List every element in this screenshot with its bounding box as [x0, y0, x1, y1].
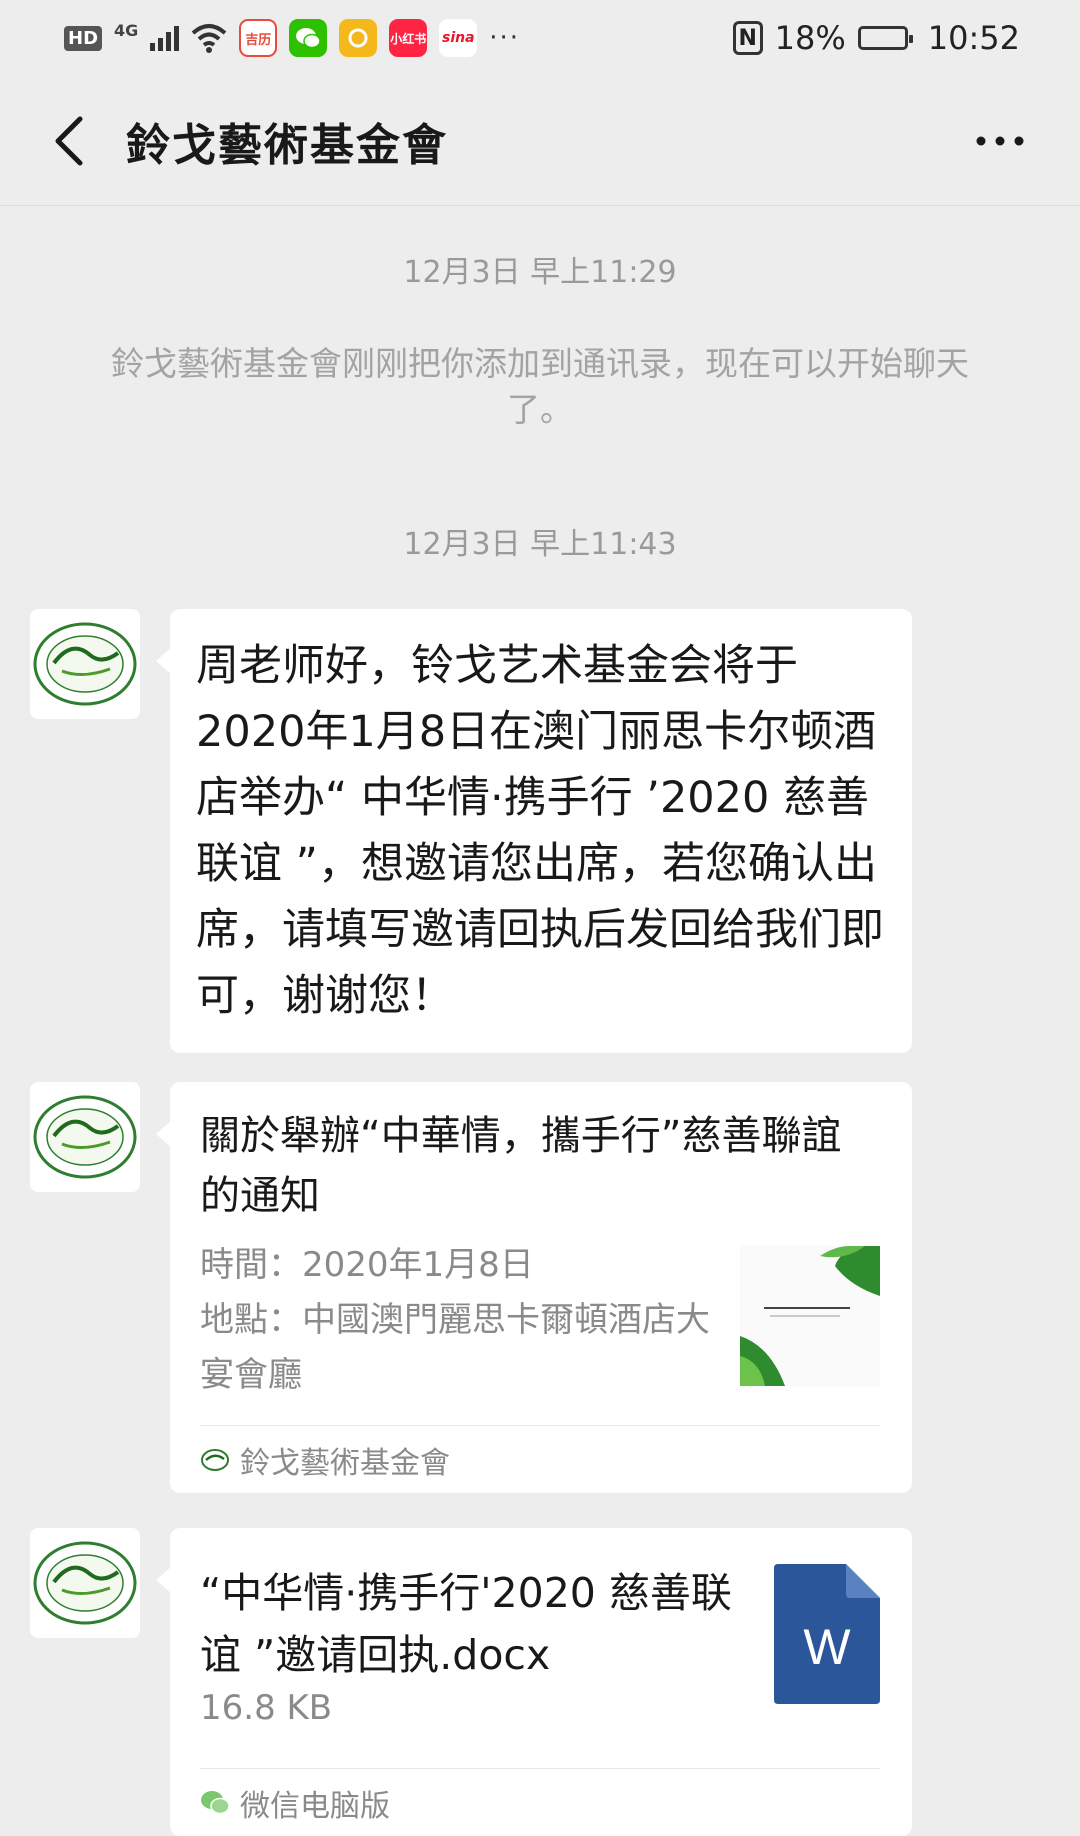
file-card-source: 微信电脑版 [240, 1788, 390, 1824]
battery-percent: 18% [774, 19, 846, 57]
foundation-logo-icon [33, 622, 137, 706]
chat-header: 鈴戈藝術基金會 [0, 76, 1080, 206]
chat-title: 鈴戈藝術基金會 [126, 119, 448, 171]
event-location: 地點：中國澳門麗思卡爾頓酒店大宴會廳 [200, 1300, 710, 1395]
foundation-logo-icon [33, 1095, 137, 1179]
timestamp: 12月3日 早上11:29 [403, 255, 677, 290]
word-document-icon: W [774, 1564, 880, 1704]
timestamp: 12月3日 早上11:43 [403, 527, 677, 562]
link-card-footer: 鈴戈藝術基金會 [200, 1425, 880, 1493]
message-row: 周老师好，铃戈艺术基金会将于2020年1月8日在澳门丽思卡尔顿酒店举办“ 中华情… [30, 609, 912, 1053]
hd-indicator: HD [64, 25, 103, 51]
wechat-icon [201, 1790, 230, 1814]
battery-icon [857, 26, 913, 50]
yellow-app-icon [339, 19, 378, 57]
event-time: 時間：2020年1月8日 [200, 1245, 534, 1285]
more-notifications-icon: ··· [489, 23, 521, 53]
link-card-source: 鈴戈藝術基金會 [240, 1445, 450, 1481]
svg-text:W: W [803, 1619, 851, 1675]
more-dots-icon [976, 136, 1024, 145]
chat-area[interactable]: 12月3日 早上11:29 鈴戈藝術基金會刚刚把你添加到通讯录，现在可以开始聊天… [0, 207, 1080, 1836]
wechat-app-icon [289, 19, 328, 57]
avatar[interactable] [30, 1528, 140, 1638]
link-card-thumbnail [740, 1246, 880, 1386]
back-button[interactable] [20, 91, 120, 191]
avatar[interactable] [30, 1082, 140, 1192]
link-card-description: 時間：2020年1月8日 地點：中國澳門麗思卡爾頓酒店大宴會廳 [200, 1238, 720, 1403]
xiaohongshu-app-icon: 小红书 [389, 19, 428, 57]
link-card[interactable]: 關於舉辦“中華情，攜手行”慈善聯誼的通知 時間：2020年1月8日 地點：中國澳… [156, 1082, 912, 1493]
status-bar: HD 4G 吉历 小红书 sina ··· N 18% 10:52 [0, 0, 1080, 76]
foundation-logo-icon [201, 1448, 229, 1471]
foundation-logo-icon [33, 1541, 137, 1625]
message-row: “中华情·携手行'2020 慈善联谊 ”邀请回执.docx 16.8 KB W … [30, 1528, 912, 1836]
more-options-button[interactable] [960, 101, 1040, 181]
file-name: “中华情·携手行'2020 慈善联谊 ”邀请回执.docx [200, 1569, 732, 1679]
file-card[interactable]: “中华情·携手行'2020 慈善联谊 ”邀请回执.docx 16.8 KB W … [156, 1528, 912, 1836]
network-type: 4G [114, 20, 139, 40]
avatar[interactable] [30, 609, 140, 719]
wifi-icon [191, 24, 227, 53]
signal-icon [150, 25, 180, 51]
nfc-icon: N [732, 21, 763, 55]
link-card-title: 關於舉辦“中華情，攜手行”慈善聯誼的通知 [200, 1113, 842, 1219]
calendar-app-icon: 吉历 [239, 19, 278, 57]
clock: 10:52 [927, 19, 1020, 57]
message-row: 關於舉辦“中華情，攜手行”慈善聯誼的通知 時間：2020年1月8日 地點：中國澳… [30, 1082, 912, 1493]
system-message: 鈴戈藝術基金會刚刚把你添加到通讯录，现在可以开始聊天了。 [111, 344, 969, 429]
text-message-bubble[interactable]: 周老师好，铃戈艺术基金会将于2020年1月8日在澳门丽思卡尔顿酒店举办“ 中华情… [156, 609, 912, 1053]
file-size: 16.8 KB [200, 1688, 333, 1728]
sina-app-icon: sina [439, 19, 478, 57]
back-arrow-icon [55, 116, 83, 165]
